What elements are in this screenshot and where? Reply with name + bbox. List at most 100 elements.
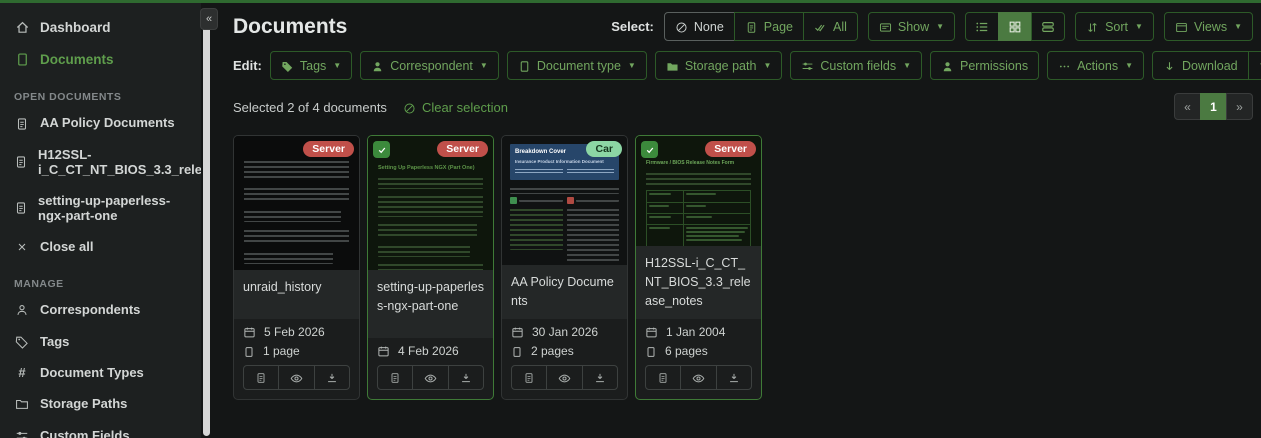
grid-view-button[interactable]	[998, 12, 1032, 41]
sidebar-item-label: Correspondents	[40, 302, 140, 317]
edit-storage-path-button[interactable]: Storage path ▼	[655, 51, 783, 80]
close-all-button[interactable]: Close all	[14, 231, 195, 262]
open-doc-icon	[14, 115, 30, 131]
edit-label: Edit:	[233, 58, 262, 73]
calendar-icon	[243, 325, 256, 339]
views-dropdown-button[interactable]: Views ▼	[1164, 12, 1253, 41]
edit-tags-label: Tags	[300, 59, 326, 73]
sidebar-scrollbar[interactable]	[203, 8, 210, 436]
pagination: « 1 »	[1174, 93, 1253, 120]
open-document-item[interactable]: H12SSL-i_C_CT_NT_BIOS_3.3_rele...	[14, 139, 195, 185]
list-view-button[interactable]	[965, 12, 999, 41]
sidebar-collapse-button[interactable]: «	[200, 8, 218, 30]
sidebar-item-document-types[interactable]: # Document Types	[14, 357, 195, 388]
document-thumbnail[interactable]: Server Firmware / BIOS Release Notes For…	[636, 136, 761, 246]
custom-fields-icon	[14, 427, 30, 438]
sidebar-item-custom-fields[interactable]: Custom Fields	[14, 419, 195, 438]
document-thumbnail[interactable]: Car Breakdown Cover Insurance Product In…	[502, 136, 627, 265]
card-download-button[interactable]	[448, 365, 484, 390]
actions-icon	[1058, 58, 1071, 72]
edit-correspondent-button[interactable]: Correspondent ▼	[360, 51, 499, 80]
tag-badge[interactable]: Car	[586, 141, 622, 157]
download-caret-button[interactable]: ▼	[1248, 51, 1261, 80]
edit-custom-fields-button[interactable]: Custom fields ▼	[790, 51, 922, 80]
sort-icon	[1086, 19, 1099, 33]
sidebar-item-documents[interactable]: Documents	[14, 43, 195, 75]
card-preview-button[interactable]	[680, 365, 716, 390]
doc-detail-icon	[523, 370, 535, 385]
tag-badge[interactable]: Server	[303, 141, 354, 157]
pagination-prev-button[interactable]: «	[1174, 93, 1201, 120]
card-preview-button[interactable]	[278, 365, 314, 390]
document-thumbnail[interactable]: Server Setting Up Paperless NGX (Part On…	[368, 136, 493, 270]
select-none-button[interactable]: None	[664, 12, 735, 41]
sidebar-item-label: Documents	[40, 52, 114, 67]
not-insured-icon	[567, 197, 574, 204]
sidebar-item-tags[interactable]: Tags	[14, 325, 195, 357]
document-card: Server Setting Up Paperless NGX (Part On…	[367, 135, 494, 400]
sidebar-item-correspondents[interactable]: Correspondents	[14, 294, 195, 326]
document-title[interactable]: H12SSL-i_C_CT_NT_BIOS_3.3_release_notes	[645, 254, 752, 310]
card-detail-button[interactable]	[511, 365, 547, 390]
caret-down-icon: ▼	[936, 22, 944, 31]
doc-detail-icon	[657, 370, 669, 385]
sidebar-item-label: Dashboard	[40, 20, 111, 35]
edit-document-type-label: Document type	[537, 59, 621, 73]
open-document-item[interactable]: setting-up-paperless-ngx-part-one	[14, 185, 195, 231]
tag-icon	[281, 58, 294, 72]
document-thumbnail[interactable]: Server	[234, 136, 359, 270]
card-download-button[interactable]	[582, 365, 618, 390]
open-documents-heading: OPEN DOCUMENTS	[14, 91, 195, 103]
custom-fields-icon	[801, 58, 814, 72]
preview-icon	[424, 370, 437, 385]
sidebar-item-storage-paths[interactable]: Storage Paths	[14, 388, 195, 420]
calendar-icon	[645, 325, 658, 339]
document-title[interactable]: unraid_history	[243, 278, 350, 297]
tag-badge[interactable]: Server	[437, 141, 488, 157]
document-title[interactable]: AA Policy Documents	[511, 273, 618, 311]
open-document-item[interactable]: AA Policy Documents	[14, 107, 195, 139]
documents-page: Documents Select: None Page All Sh	[214, 3, 1261, 438]
card-action-group	[377, 365, 484, 390]
sort-dropdown-button[interactable]: Sort ▼	[1075, 12, 1154, 41]
list-view-icon	[975, 19, 989, 34]
edit-tags-button[interactable]: Tags ▼	[270, 51, 352, 80]
edit-correspondent-label: Correspondent	[390, 59, 473, 73]
selection-status: Selected 2 of 4 documents	[233, 100, 387, 115]
select-page-button[interactable]: Page	[734, 12, 804, 41]
documents-icon	[14, 51, 30, 67]
card-download-icon	[728, 370, 740, 385]
sidebar-item-dashboard[interactable]: Dashboard	[14, 11, 195, 43]
card-detail-button[interactable]	[377, 365, 413, 390]
actions-dropdown-button[interactable]: Actions ▼	[1047, 51, 1144, 80]
card-detail-button[interactable]	[243, 365, 279, 390]
tag-badge[interactable]: Server	[705, 141, 756, 157]
card-download-button[interactable]	[314, 365, 350, 390]
clear-selection-button[interactable]: Clear selection	[403, 99, 508, 114]
card-download-button[interactable]	[716, 365, 752, 390]
open-document-label: setting-up-paperless-ngx-part-one	[38, 193, 195, 223]
selected-check-icon[interactable]	[641, 141, 658, 158]
details-view-button[interactable]	[1031, 12, 1065, 41]
document-title[interactable]: setting-up-paperless-ngx-part-one	[377, 278, 484, 316]
document-date: 4 Feb 2026	[377, 344, 484, 358]
selected-check-icon[interactable]	[373, 141, 390, 158]
thumbnail-heading: Setting Up Paperless NGX (Part One)	[378, 164, 483, 172]
select-label: Select:	[611, 19, 654, 34]
card-action-group	[645, 365, 752, 390]
open-doc-icon	[14, 154, 28, 170]
pagination-next-button[interactable]: »	[1226, 93, 1253, 120]
card-preview-button[interactable]	[546, 365, 582, 390]
correspondents-icon	[14, 302, 30, 318]
download-button[interactable]: Download	[1152, 51, 1249, 80]
select-all-button[interactable]: All	[803, 12, 858, 41]
pagination-page-1[interactable]: 1	[1200, 93, 1227, 120]
show-dropdown-button[interactable]: Show ▼	[868, 12, 955, 41]
edit-document-type-button[interactable]: Document type ▼	[507, 51, 647, 80]
select-button-group: None Page All	[664, 12, 858, 41]
card-detail-button[interactable]	[645, 365, 681, 390]
card-preview-button[interactable]	[412, 365, 448, 390]
storage-paths-icon	[14, 396, 30, 412]
edit-permissions-button[interactable]: Permissions	[930, 51, 1039, 80]
page-count-icon	[511, 344, 523, 358]
